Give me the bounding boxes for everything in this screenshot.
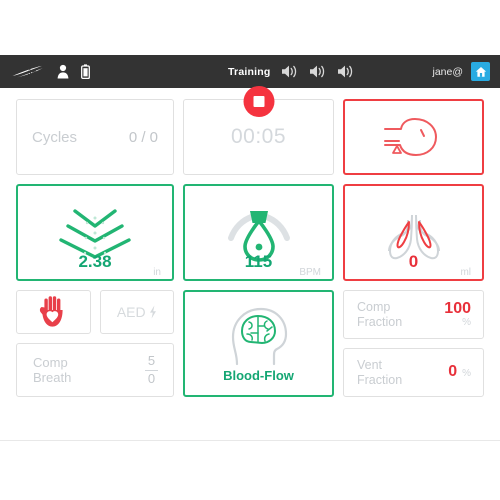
aed-label: AED	[116, 304, 146, 320]
cycles-label: Cycles	[32, 128, 78, 146]
speaker-icon-2[interactable]	[309, 64, 326, 79]
comp-fraction-label-bottom: Fraction	[357, 314, 403, 329]
lightning-bolt-icon	[149, 305, 156, 319]
grid-column-right: 0 ml Comp Fraction 100 % Vent Fraction 0…	[343, 99, 484, 397]
stop-square-icon	[253, 96, 264, 107]
compression-rate-card[interactable]: 115 BPM	[183, 184, 334, 281]
battery-icon[interactable]	[81, 64, 90, 79]
hand-heart-icon	[40, 296, 63, 327]
home-button[interactable]	[471, 62, 490, 81]
comp-breath-value-top: 5	[147, 353, 156, 369]
header-right-group: jane@	[432, 55, 490, 88]
blood-flow-label: Blood-Flow	[223, 368, 294, 383]
vent-fraction-label-top: Vent	[357, 357, 383, 372]
aed-button[interactable]: AED	[99, 290, 174, 334]
airway-card[interactable]	[343, 99, 484, 175]
vent-fraction-card[interactable]: Vent Fraction 0 %	[343, 348, 484, 397]
hand-button[interactable]	[16, 290, 91, 334]
head-airway-icon	[383, 118, 437, 156]
rate-unit: BPM	[299, 267, 321, 278]
vent-fraction-label-bottom: Fraction	[357, 372, 403, 387]
speaker-icon-1[interactable]	[281, 64, 298, 79]
action-button-row: AED	[16, 290, 174, 334]
home-icon	[475, 66, 486, 77]
stop-button[interactable]	[243, 86, 274, 117]
comp-breath-value-bottom: 0	[147, 370, 156, 386]
ventilation-volume-card[interactable]: 0 ml	[343, 184, 484, 281]
comp-fraction-unit: %	[462, 316, 471, 328]
brain-head-icon	[231, 307, 287, 366]
cycles-card[interactable]: Cycles 0 / 0	[16, 99, 174, 175]
app-header: 3B Training jane@	[0, 55, 500, 88]
blood-flow-card[interactable]: Blood-Flow	[183, 290, 334, 397]
comp-breath-card[interactable]: Comp Breath 5 0	[16, 343, 174, 397]
comp-fraction-label-top: Comp	[357, 299, 391, 314]
metrics-grid: Cycles 0 / 0 2.38 in AED Comp Breath 5 0…	[16, 86, 484, 397]
svg-text:3B: 3B	[27, 68, 36, 76]
comp-fraction-value: 100	[444, 299, 471, 317]
mode-label: Training	[228, 65, 271, 78]
volume-unit: ml	[460, 267, 471, 278]
speaker-icon-3[interactable]	[337, 64, 354, 79]
comp-breath-label-bottom: Breath	[33, 370, 72, 385]
grid-column-left: Cycles 0 / 0 2.38 in AED Comp Breath 5 0	[16, 99, 174, 397]
user-label[interactable]: jane@	[432, 66, 463, 78]
manikin-icon[interactable]	[57, 64, 69, 79]
cpr-feedback-app: 3B Training jane@ Cycles 0 / 0 2.38 in A…	[0, 55, 500, 441]
depth-value: 2.38	[78, 252, 112, 271]
vent-fraction-unit: %	[462, 368, 471, 380]
rate-value: 115	[244, 252, 273, 271]
3b-logo-icon: 3B	[12, 65, 43, 77]
volume-value: 0	[408, 252, 419, 271]
vent-fraction-value: 0	[448, 363, 458, 381]
cycles-value: 0 / 0	[128, 128, 158, 146]
depth-unit: in	[153, 267, 161, 278]
timer-card[interactable]: 00:05	[183, 86, 334, 175]
header-center-group: Training	[228, 55, 354, 88]
compression-depth-card[interactable]: 2.38 in	[16, 184, 174, 281]
comp-fraction-card[interactable]: Comp Fraction 100 %	[343, 290, 484, 339]
grid-column-center: 00:05 115 BPM Blood-Flow	[183, 86, 334, 397]
comp-breath-label-top: Comp	[33, 354, 68, 370]
